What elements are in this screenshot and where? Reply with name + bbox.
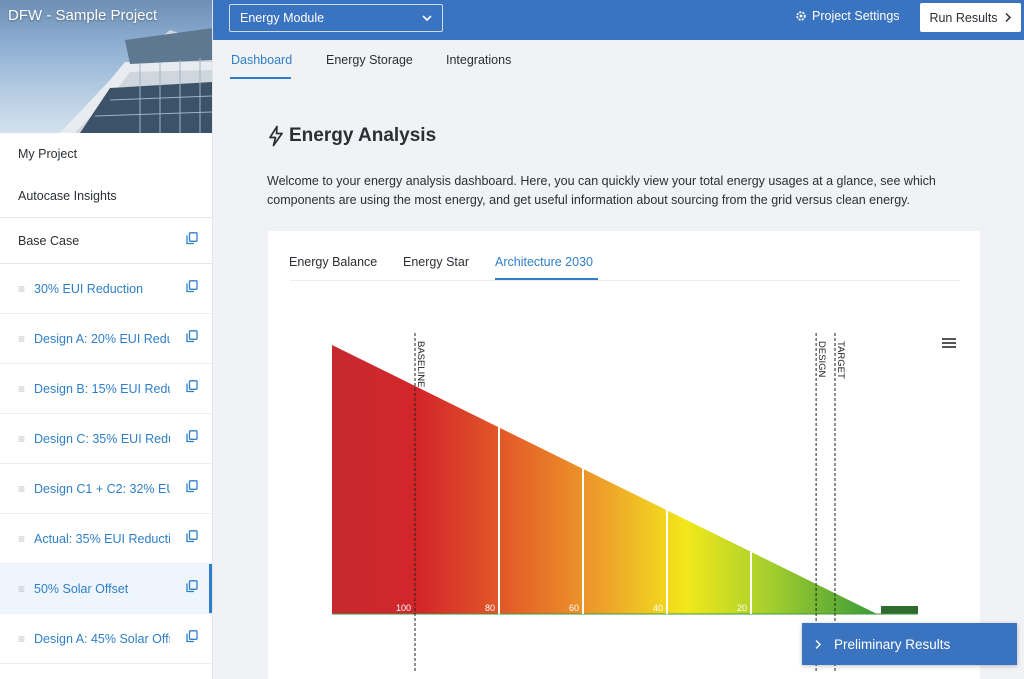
project-settings-label: Project Settings xyxy=(812,9,900,23)
case-label: Design A: 45% Solar Offset xyxy=(34,631,170,646)
chevron-right-icon xyxy=(1005,12,1011,23)
project-settings-button[interactable]: Project Settings xyxy=(795,9,900,23)
copy-icon[interactable] xyxy=(186,430,198,443)
drag-handle-icon[interactable]: ≡ xyxy=(18,632,34,646)
case-label: 50% Solar Offset xyxy=(34,581,129,596)
run-results-label: Run Results xyxy=(929,10,998,25)
copy-icon[interactable] xyxy=(186,580,198,593)
base-case-label: Base Case xyxy=(18,233,80,248)
copy-icon[interactable] xyxy=(186,630,198,643)
drag-handle-icon[interactable]: ≡ xyxy=(18,432,34,446)
copy-icon[interactable] xyxy=(186,232,198,245)
module-select[interactable]: Energy Module xyxy=(229,4,443,32)
x-tick-label: 40 xyxy=(653,603,663,613)
module-select-value: Energy Module xyxy=(240,11,325,25)
case-row[interactable]: ≡Design C: 35% EUI Reduction xyxy=(0,414,212,464)
top-bar: Energy Module Project Settings Run Resul… xyxy=(213,0,1024,40)
case-label: Design C1 + C2: 32% EUI Reduction xyxy=(34,481,170,496)
copy-icon[interactable] xyxy=(186,530,198,543)
architecture-2030-chart: 100 80 60 40 20 BASELINE DESIGN TARGET xyxy=(332,333,918,671)
marker-label-baseline: BASELINE xyxy=(415,341,426,387)
energy-gradient-area xyxy=(332,345,877,614)
page-title-text: Energy Analysis xyxy=(289,125,437,146)
case-row[interactable]: ≡Design C1 + C2: 32% EUI Reduction xyxy=(0,464,212,514)
drag-handle-icon[interactable]: ≡ xyxy=(18,532,34,546)
drag-handle-icon[interactable]: ≡ xyxy=(18,582,34,596)
sidebar: DFW - Sample Project My Project Autocase… xyxy=(0,0,213,679)
chevron-down-icon xyxy=(422,15,432,22)
chevron-right-icon xyxy=(815,639,821,649)
case-row[interactable]: ≡ 50% Solar Offset xyxy=(0,564,212,614)
case-row[interactable]: ≡ 30% EUI Reduction xyxy=(0,264,212,314)
drag-handle-icon[interactable]: ≡ xyxy=(18,482,34,496)
chart-card: Energy Balance Energy Star Architecture … xyxy=(268,231,980,679)
case-label: Design C: 35% EUI Reduction xyxy=(34,431,170,446)
case-list: ≡ 30% EUI Reduction ≡ Design A: 20% EUI Red… xyxy=(0,264,212,664)
case-label: 30% EUI Reduction xyxy=(34,281,144,296)
drag-handle-icon[interactable]: ≡ xyxy=(18,332,34,346)
preliminary-results-panel[interactable]: Preliminary Results xyxy=(802,623,1017,665)
tab-dashboard[interactable]: Dashboard xyxy=(231,53,292,67)
net-zero-bar xyxy=(881,606,918,614)
active-tab-indicator xyxy=(230,77,291,79)
case-row[interactable]: ≡Design A: 45% Solar Offset xyxy=(0,614,212,664)
base-case-row[interactable]: Base Case xyxy=(0,218,212,264)
main-tabs: Dashboard Energy Storage Integrations xyxy=(213,40,1024,82)
marker-label-target: TARGET xyxy=(835,341,846,379)
x-tick-label: 60 xyxy=(569,603,579,613)
project-title: DFW - Sample Project xyxy=(8,7,158,24)
nav-autocase-insights[interactable]: Autocase Insights xyxy=(0,175,212,217)
copy-icon[interactable] xyxy=(186,480,198,493)
case-label: Design B: 15% EUI Reduction xyxy=(34,381,170,396)
run-results-button[interactable]: Run Results xyxy=(920,3,1021,32)
page-title: Energy Analysis xyxy=(267,125,436,147)
x-tick-label: 20 xyxy=(737,603,747,613)
case-label: Design A: 20% EUI Reduction xyxy=(34,331,170,346)
x-tick-label: 100 xyxy=(396,603,411,613)
gear-icon xyxy=(796,11,806,21)
copy-icon[interactable] xyxy=(186,380,198,393)
drag-handle-icon[interactable]: ≡ xyxy=(18,382,34,396)
drag-handle-icon[interactable]: ≡ xyxy=(18,282,34,296)
case-label: Actual: 35% EUI Reduction xyxy=(34,531,170,546)
case-row[interactable]: ≡Design B: 15% EUI Reduction xyxy=(0,364,212,414)
copy-icon[interactable] xyxy=(186,280,198,293)
chart-menu-icon[interactable] xyxy=(942,337,956,349)
copy-icon[interactable] xyxy=(186,330,198,343)
preliminary-results-label: Preliminary Results xyxy=(834,636,951,652)
page-description: Welcome to your energy analysis dashboar… xyxy=(267,174,936,207)
project-hero-image: DFW - Sample Project xyxy=(0,0,212,133)
tab-integrations[interactable]: Integrations xyxy=(446,53,511,67)
marker-label-design: DESIGN xyxy=(816,341,827,378)
tab-energy-storage[interactable]: Energy Storage xyxy=(326,53,413,67)
case-row[interactable]: ≡Design A: 20% EUI Reduction xyxy=(0,314,212,364)
nav-my-project[interactable]: My Project xyxy=(0,133,212,175)
x-tick-label: 80 xyxy=(485,603,495,613)
case-row[interactable]: ≡ Actual: 35% EUI Reduction xyxy=(0,514,212,564)
lightning-icon xyxy=(269,125,283,147)
